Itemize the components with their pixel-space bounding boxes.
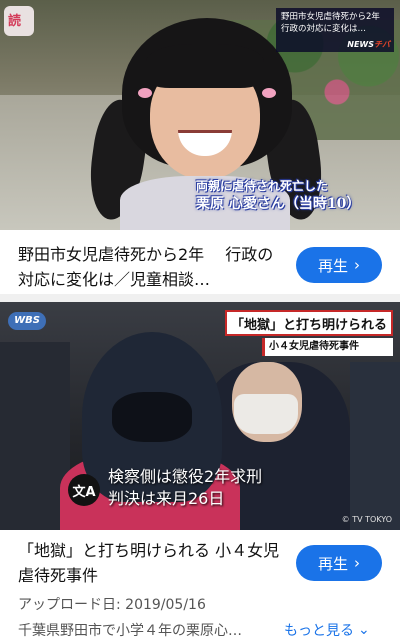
news-headline: 野田市女児虐待死から2年 <box>281 12 380 22</box>
replay-button-label: 再生 <box>317 256 348 275</box>
card-divider <box>0 294 400 302</box>
caption-line-1: 両親に虐待され死亡した <box>196 179 329 193</box>
upload-date: アップロード日: 2019/05/16 <box>18 597 206 613</box>
channel-logo-text: 読 <box>8 14 22 29</box>
translate-icon[interactable]: 文A <box>68 474 100 506</box>
thumbnail-figure <box>112 392 192 442</box>
news-overlay: 野田市女児虐待死から2年 行政の対応に変化は… NEWSチバ <box>276 8 394 52</box>
thumbnail-caption: 両親に虐待され死亡した 栗原 心愛さん（当時10） <box>196 178 392 214</box>
thumbnail-figure <box>350 362 400 530</box>
replay-button-label: 再生 <box>317 554 348 573</box>
news-brand-prefix: NEWS <box>347 40 374 49</box>
news-brand-suffix: チバ <box>374 40 390 49</box>
headline-sub-banner: 小４女児虐待死事件 <box>262 338 393 356</box>
headline-banner-text: 「地獄」と打ち明けられる <box>231 317 388 333</box>
caption-line-2: 栗原 心愛さん（当時10） <box>196 196 361 212</box>
thumbnail-figure <box>138 88 152 98</box>
copyright-text: © TV TOKYO <box>341 515 392 524</box>
caption-line-2: 判決は来月26日 <box>108 489 225 508</box>
video-thumbnail-1[interactable]: 読 野田市女児虐待死から2年 行政の対応に変化は… NEWSチバ 両親に虐待され… <box>0 0 400 230</box>
video-title-2[interactable]: 「地獄」と打ち明けられる 小４女児虐待死事件 <box>18 538 280 588</box>
show-more-label: もっと見る <box>284 623 354 639</box>
replay-button-2[interactable]: 再生 › <box>296 545 382 581</box>
show-more-link[interactable]: もっと見る ⌄ <box>284 620 370 640</box>
thumbnail-figure <box>262 88 276 98</box>
video-thumbnail-2[interactable]: WBS 「地獄」と打ち明けられる 小４女児虐待死事件 文A 検察側は懲役2年求刑… <box>0 302 400 530</box>
video-description: 千葉県野田市で小学４年の栗原心… <box>18 623 242 639</box>
chevron-right-icon: › <box>354 554 360 572</box>
caption-line-1: 検察側は懲役2年求刑 <box>108 467 263 486</box>
chevron-down-icon: ⌄ <box>358 622 370 638</box>
thumbnail-figure <box>234 394 298 434</box>
video-title-1[interactable]: 野田市女児虐待死から2年 行政の対応に変化は／児童相談… <box>18 242 280 292</box>
thumbnail-figure <box>146 44 264 88</box>
thumbnail-caption: 検察側は懲役2年求刑 判決は来月26日 <box>108 466 262 510</box>
chevron-right-icon: › <box>354 256 360 274</box>
channel-logo: 読 <box>4 6 34 36</box>
channel-logo: WBS <box>8 312 46 330</box>
news-headline: 行政の対応に変化は… <box>281 24 367 34</box>
replay-button-1[interactable]: 再生 › <box>296 247 382 283</box>
news-brand: NEWSチバ <box>347 39 390 50</box>
headline-banner: 「地獄」と打ち明けられる <box>225 310 393 336</box>
